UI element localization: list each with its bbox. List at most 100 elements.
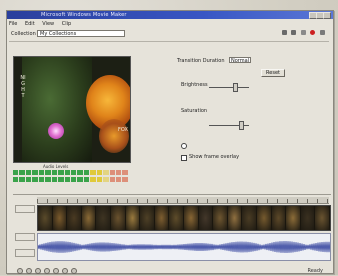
ruler-tick [107,199,108,203]
film-frame [96,206,111,230]
preview-vertical-text: NIGHT [20,75,26,99]
menu-clip[interactable]: Clip [62,21,71,27]
film-frame [110,206,126,230]
meter-segment [45,177,51,182]
forward-button-icon[interactable] [44,268,50,274]
meter-segment [83,177,90,182]
brightness-label: Brightness [181,82,208,88]
preview-vertical-text-right: FOX [118,127,128,133]
next-frame-icon[interactable] [62,268,68,274]
view-icon[interactable] [300,30,306,35]
overlay-checkbox[interactable] [181,155,187,161]
track-zoom-header[interactable] [15,249,35,257]
meter-segment [90,170,96,175]
film-frame [67,206,82,230]
ruler-tick [127,199,128,203]
meter-segment [103,177,109,182]
meter-segment [109,177,115,182]
ruler-tick [77,199,78,203]
meter-segment [122,170,128,175]
meter-segment [83,170,90,175]
meter-segment [13,177,19,182]
meter-segment [19,177,25,182]
film-frame [286,206,301,230]
preview-foliage [22,57,92,162]
audio-track-waveform[interactable] [37,233,331,261]
meter-segment [32,177,38,182]
ruler-tick [307,199,308,203]
film-frame [125,206,141,230]
meter-segment [13,170,19,175]
forward-icon[interactable] [291,30,297,35]
menu-view[interactable]: View [42,21,54,27]
saturation-label: Saturation [181,108,208,114]
status-text: Ready [307,268,323,274]
audio-track-header[interactable] [15,233,35,241]
meter-segment [116,177,122,182]
meter-segment [96,170,103,175]
film-frame [52,206,68,230]
fullscreen-icon[interactable] [71,268,77,274]
film-frame [213,206,228,230]
settings-icon[interactable] [320,30,325,35]
ruler-tick [137,199,138,203]
ruler-tick [287,199,288,203]
film-frame [300,206,316,230]
film-frame [81,206,97,230]
ruler-tick [67,199,68,203]
ruler-tick [217,199,218,203]
meter-segment [122,177,128,182]
meter-segment [77,170,83,175]
saturation-slider[interactable] [239,121,244,130]
prev-frame-icon[interactable] [53,268,59,274]
meter-row-right [13,177,129,182]
meter-segment [103,170,109,175]
reset-button[interactable]: Reset [261,69,285,77]
timeline-ruler[interactable] [37,197,329,204]
back-icon[interactable] [281,30,287,35]
meter-segment [25,177,32,182]
video-preview[interactable]: NIGHT FOX [13,56,131,163]
meter-segment [109,170,115,175]
meter-segment [96,177,103,182]
option-radio[interactable] [181,143,187,149]
meter-segment [70,177,77,182]
ruler-tick [177,199,178,203]
menu-file[interactable]: File [9,21,17,27]
waveform-path [38,240,330,254]
toolbar: Collection My Collections [9,30,329,39]
collection-dropdown[interactable]: My Collections [37,30,125,37]
rewind-button-icon[interactable] [35,268,41,274]
ruler-tick [257,199,258,203]
track-headers [15,205,35,267]
toolbar-icons [279,30,325,37]
ruler-tick [57,199,58,203]
film-frame [242,206,257,230]
ruler-tick [147,199,148,203]
meter-row-left [13,170,129,175]
video-track-header[interactable] [15,205,35,213]
record-icon[interactable] [310,30,316,35]
stop-button-icon[interactable] [26,268,32,274]
brightness-slider[interactable] [233,83,238,92]
preview-flower-secondary [99,119,129,153]
ruler-tick [187,199,188,203]
ruler-tick [227,199,228,203]
title-bar: Microsoft Windows Movie Maker [7,11,333,19]
ruler-tick [237,199,238,203]
meter-segment [58,170,64,175]
video-track-filmstrip[interactable] [37,205,331,231]
close-icon[interactable] [323,12,331,19]
preview-pink-bud [48,123,64,139]
ruler-tick [47,199,48,203]
menu-edit[interactable]: Edit [25,21,35,27]
effect-dropdown[interactable]: Normal [229,57,251,64]
timeline-separator [13,194,331,195]
play-button-icon[interactable] [17,268,23,274]
brightness-track [209,87,249,88]
waveform-graphic [38,240,330,254]
overlay-checkbox-label: Show frame overlay [189,154,240,160]
film-frame [169,206,184,230]
application-window: Microsoft Windows Movie Maker File Edit … [6,10,334,274]
ruler-tick [87,199,88,203]
